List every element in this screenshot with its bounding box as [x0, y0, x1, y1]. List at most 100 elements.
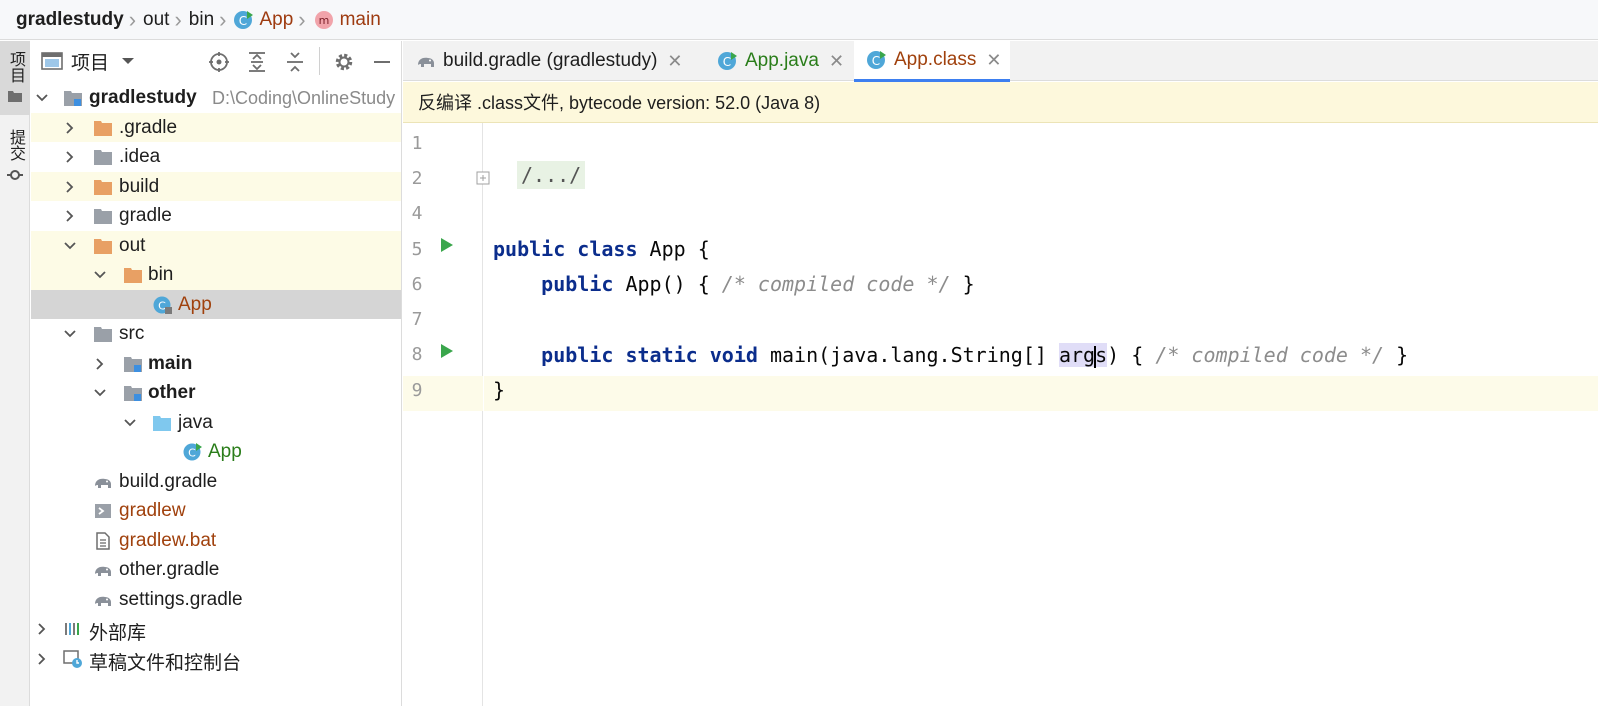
tree-node-other[interactable]: other: [31, 378, 401, 408]
code-line-5: public class App {: [493, 237, 710, 261]
close-icon[interactable]: ✕: [829, 51, 844, 72]
project-tool-tab[interactable]: 项目: [0, 41, 30, 115]
tab-app-java[interactable]: C App.java ✕: [705, 41, 853, 81]
tree-node-gradle-cache[interactable]: .gradle: [31, 112, 401, 142]
tree-node-scratches[interactable]: 草稿文件和控制台: [31, 644, 401, 674]
gear-icon: [335, 53, 353, 71]
tree-node-external-libraries[interactable]: 外部库: [31, 614, 401, 644]
chevron-right-icon: ›: [298, 6, 306, 32]
chevron-right-icon: [38, 623, 46, 635]
expand-all-icon: [249, 52, 265, 72]
excluded-folder-icon: [94, 179, 112, 195]
folder-icon: [94, 209, 112, 224]
chevron-right-icon: ›: [174, 6, 182, 32]
method-icon: m: [314, 10, 333, 29]
line-number: 1: [411, 133, 423, 154]
svg-text:m: m: [318, 14, 329, 27]
svg-text:C: C: [158, 299, 166, 312]
close-icon[interactable]: ✕: [667, 51, 682, 72]
line-number: 4: [411, 203, 423, 224]
code-line-8: public static void main(java.lang.String…: [493, 343, 1408, 368]
tree-label: build.gradle: [119, 470, 218, 492]
tree-node-bin[interactable]: bin: [31, 260, 401, 290]
tree-root-label: gradlestudy: [89, 87, 197, 108]
breadcrumb-method[interactable]: m main: [313, 0, 381, 40]
run-icon[interactable]: [440, 237, 454, 253]
tab-build-gradle[interactable]: build.gradle (gradlestudy) ✕: [403, 41, 703, 81]
breadcrumb-project-label: gradlestudy: [16, 8, 124, 30]
tree-node-app-class[interactable]: C App: [31, 289, 401, 319]
commit-tool-tab[interactable]: 提交: [0, 129, 30, 199]
tree-node-gradlew[interactable]: gradlew: [31, 496, 401, 526]
chevron-down-icon: [122, 58, 135, 64]
settings-button[interactable]: [331, 49, 357, 75]
module-folder-icon: [124, 386, 142, 401]
breadcrumb-method-label: main: [339, 8, 381, 30]
expand-all-button[interactable]: [244, 49, 270, 75]
tree-node-out[interactable]: out: [31, 230, 401, 260]
code-text: }: [493, 378, 506, 402]
tree-label: settings.gradle: [119, 588, 243, 610]
folded-region[interactable]: /.../: [517, 161, 586, 189]
tree-label: 草稿文件和控制台: [89, 652, 242, 674]
tree-node-gradlew-bat[interactable]: gradlew.bat: [31, 526, 401, 556]
collapse-all-button[interactable]: [282, 49, 308, 75]
code-text: }: [950, 272, 975, 296]
code-text: App {: [637, 237, 710, 261]
chevron-down-icon: [64, 241, 76, 249]
text-file-icon: [96, 531, 110, 550]
line-number: 8: [411, 344, 423, 365]
tree-node-other-gradle[interactable]: other.gradle: [31, 555, 401, 585]
svg-text:C: C: [723, 55, 731, 69]
tree-label: build: [119, 175, 160, 197]
tree-label: .idea: [119, 146, 161, 167]
locate-file-button[interactable]: [206, 49, 232, 75]
class-icon: C: [234, 10, 254, 29]
chevron-right-icon: [38, 652, 46, 665]
tree-label: out: [119, 234, 146, 256]
gradle-elephant-icon: [95, 566, 111, 576]
keyword: class: [577, 237, 638, 261]
tree-node-app-java[interactable]: C App: [31, 437, 401, 467]
tree-node-idea[interactable]: .idea: [31, 142, 401, 172]
project-view-selector[interactable]: 项目: [41, 48, 135, 75]
breadcrumb-project[interactable]: gradlestudy: [16, 0, 124, 40]
close-icon[interactable]: ✕: [986, 50, 1001, 71]
scratch-console-icon: [63, 649, 82, 668]
run-icon[interactable]: [440, 343, 454, 359]
project-view-icon: [41, 52, 63, 70]
tree-node-build-gradle[interactable]: build.gradle: [31, 467, 401, 497]
keyword: void: [709, 343, 758, 367]
svg-text:C: C: [239, 14, 247, 28]
folder-icon: [94, 327, 112, 342]
tree-node-settings-gradle[interactable]: settings.gradle: [31, 585, 401, 615]
breadcrumb-out[interactable]: out: [143, 0, 169, 40]
tree-node-java[interactable]: java: [31, 408, 401, 438]
folder-icon: [94, 150, 112, 165]
breadcrumb-class[interactable]: C App: [233, 0, 293, 40]
breadcrumb-bin-label: bin: [188, 8, 215, 30]
collapse-all-icon: [287, 52, 303, 72]
breadcrumb-bin[interactable]: bin: [189, 0, 214, 40]
tree-label: other: [148, 382, 196, 403]
tree-node-build[interactable]: build: [31, 171, 401, 201]
chevron-down-icon: [36, 94, 48, 102]
chevron-right-icon: [66, 121, 74, 134]
keyword: static: [625, 343, 698, 367]
left-tool-strip: 项目 提交: [0, 41, 30, 706]
tree-label: gradle: [119, 205, 172, 226]
tree-node-src[interactable]: src: [31, 319, 401, 349]
navigation-breadcrumb: gradlestudy › out › bin › C App › m main: [0, 0, 1598, 40]
hide-panel-button[interactable]: [369, 49, 395, 75]
tree-node-main[interactable]: main: [31, 349, 401, 379]
line-number: 5: [411, 239, 423, 260]
tree-node-gradle[interactable]: gradle: [31, 201, 401, 231]
chevron-down-icon: [124, 418, 136, 426]
tab-app-class[interactable]: C App.class ✕: [854, 41, 1010, 82]
tree-node-root[interactable]: gradlestudy D:\Coding\OnlineStudy: [31, 83, 401, 113]
code-view[interactable]: /.../ public class App { public App() { …: [484, 123, 1598, 706]
crosshair-icon: [209, 52, 229, 72]
breadcrumb-out-label: out: [143, 8, 170, 30]
excluded-folder-icon: [124, 268, 142, 283]
parameter-highlight: args: [1058, 343, 1108, 368]
